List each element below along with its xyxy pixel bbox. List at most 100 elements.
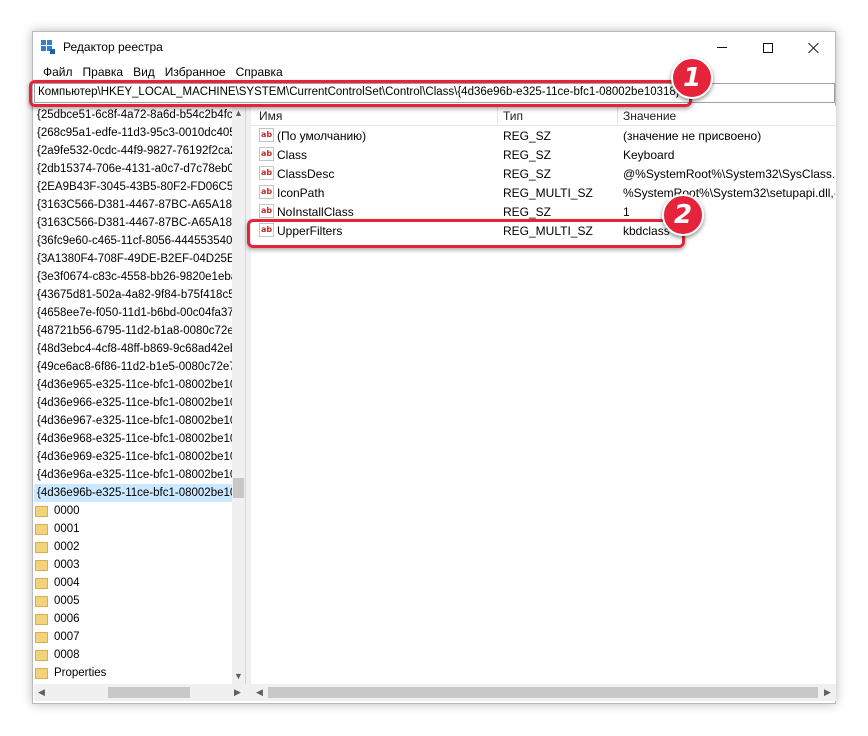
folder-icon: [35, 577, 48, 589]
tree-subkey[interactable]: 0008: [34, 646, 245, 664]
folder-icon: [35, 559, 48, 571]
folder-icon: [35, 649, 48, 661]
tree-subkey[interactable]: 0005: [34, 592, 245, 610]
registry-editor-window: Редактор реестра Файл Правка Вид Избранн…: [29, 31, 836, 704]
subkey-label: 0007: [54, 631, 80, 643]
scroll-up-icon[interactable]: ▲: [232, 108, 245, 118]
tree-key[interactable]: {3163C566-D381-4467-87BC-A65A18D5B648}: [34, 196, 245, 214]
tree-key[interactable]: {2a9fe532-0cdc-44f9-9827-76192f2ca2fb}: [34, 142, 245, 160]
value-row[interactable]: ab IconPath REG_MULTI_SZ %SystemRoot%\Syste…: [251, 183, 836, 202]
subkey-label: 0005: [54, 595, 80, 607]
tree-key[interactable]: {48d3ebc4-4cf8-48ff-b869-9c68ad42eb9f}: [34, 340, 245, 358]
tree-subkey[interactable]: 0006: [34, 610, 245, 628]
scroll-down-icon[interactable]: ▼: [232, 671, 245, 681]
tree-subkey[interactable]: 0003: [34, 556, 245, 574]
tree-key[interactable]: {4658ee7e-f050-11d1-b6bd-00c04fa372a7}: [34, 304, 245, 322]
value-name: ClassDesc: [277, 167, 335, 181]
value-name: NoInstallClass: [277, 205, 354, 219]
list-header: Имя Тип Значение: [251, 106, 836, 126]
tree-horizontal-scrollbar[interactable]: ◀ ▶: [34, 684, 246, 701]
value-data: (значение не присвоено): [623, 129, 762, 143]
scroll-left-icon[interactable]: ◀: [253, 687, 266, 698]
tree-key[interactable]: {4d36e96b-e325-11ce-bfc1-08002be10318}: [34, 484, 245, 502]
tree-key[interactable]: {3A1380F4-708F-49DE-B2EF-04D25EB009D5}: [34, 250, 245, 268]
value-type: REG_SZ: [503, 205, 552, 219]
subkey-label: Properties: [54, 667, 107, 679]
key-tree[interactable]: {25dbce51-6c8f-4a72-8a6d-b54c2b4fc835} {2…: [34, 106, 246, 684]
value-name: IconPath: [277, 186, 325, 200]
window-title: Редактор реестра: [63, 40, 163, 54]
tree-key[interactable]: {4d36e966-e325-11ce-bfc1-08002be10318}: [34, 394, 245, 412]
value-data: 1: [623, 205, 630, 219]
tree-key[interactable]: {4d36e968-e325-11ce-bfc1-08002be10318}: [34, 430, 245, 448]
tree-key[interactable]: {4d36e965-e325-11ce-bfc1-08002be10318}: [34, 376, 245, 394]
tree-key[interactable]: {2db15374-706e-4131-a0c7-d7c78eb0289a}: [34, 160, 245, 178]
column-divider[interactable]: [497, 106, 498, 126]
tree-vertical-scrollbar[interactable]: ▲ ▼: [232, 106, 245, 684]
close-button[interactable]: [791, 32, 837, 63]
tree-key[interactable]: {2EA9B43F-3045-43B5-80F2-FD06C55FBB90}: [34, 178, 245, 196]
minimize-icon: [717, 47, 727, 48]
folder-icon: [35, 631, 48, 643]
list-hscroll-thumb[interactable]: [268, 687, 818, 698]
scroll-left-icon[interactable]: ◀: [35, 687, 48, 698]
subkey-label: 0001: [54, 523, 80, 535]
close-icon: [808, 42, 820, 54]
folder-icon: [35, 595, 48, 607]
minimize-button[interactable]: [699, 32, 745, 63]
upperfilters-highlight: [247, 219, 685, 248]
tree-subkey[interactable]: 0007: [34, 628, 245, 646]
value-type: REG_SZ: [503, 129, 552, 143]
step-2-badge: 2: [662, 194, 704, 236]
title-bar[interactable]: Редактор реестра: [33, 32, 835, 63]
tree-key[interactable]: {49ce6ac8-6f86-11d2-b1e5-0080c72e74a2}: [34, 358, 245, 376]
value-row[interactable]: ab (По умолчанию) REG_SZ (значение не присв…: [251, 126, 836, 145]
tree-key[interactable]: {4d36e96a-e325-11ce-bfc1-08002be10318}: [34, 466, 245, 484]
tree-subkey[interactable]: 0002: [34, 538, 245, 556]
registry-editor-icon: [41, 40, 55, 54]
tree-hscroll-thumb[interactable]: [108, 687, 190, 698]
value-row[interactable]: ab ClassDesc REG_SZ @%SystemRoot%\System32\…: [251, 164, 836, 183]
folder-icon: [35, 667, 48, 679]
tree-subkey[interactable]: Properties: [34, 664, 245, 682]
string-value-icon: ab: [259, 204, 274, 218]
tree-key[interactable]: {3e3f0674-c83c-4558-bb26-9820e1eba5c5}: [34, 268, 245, 286]
column-name[interactable]: Имя: [259, 109, 282, 123]
string-value-icon: ab: [259, 128, 274, 142]
tree-key[interactable]: {43675d81-502a-4a82-9f84-b75f418c5dea}: [34, 286, 245, 304]
subkey-label: 0002: [54, 541, 80, 553]
tree-key[interactable]: {48721b56-6795-11d2-b1a8-0080c72e74a2}: [34, 322, 245, 340]
list-horizontal-scrollbar[interactable]: ◀ ▶: [251, 684, 836, 701]
scroll-right-icon[interactable]: ▶: [231, 687, 244, 698]
column-type[interactable]: Тип: [503, 109, 523, 123]
value-type: REG_SZ: [503, 148, 552, 162]
tree-subkey[interactable]: 0004: [34, 574, 245, 592]
tree-scroll-thumb[interactable]: [233, 478, 244, 498]
value-data: %SystemRoot%\System32\setupapi.dll,-3: [623, 186, 835, 200]
value-name: (По умолчанию): [277, 129, 367, 143]
maximize-button[interactable]: [745, 32, 791, 63]
string-value-icon: ab: [259, 166, 274, 180]
scroll-right-icon[interactable]: ▶: [821, 687, 834, 698]
tree-key[interactable]: {4d36e969-e325-11ce-bfc1-08002be10318}: [34, 448, 245, 466]
subkey-label: 0008: [54, 649, 80, 661]
subkey-label: 0000: [54, 505, 80, 517]
value-row[interactable]: ab Class REG_SZ Keyboard: [251, 145, 836, 164]
string-value-icon: ab: [259, 185, 274, 199]
step-1-badge: 1: [671, 57, 713, 99]
value-name: Class: [277, 148, 308, 162]
tree-key[interactable]: {268c95a1-edfe-11d3-95c3-0010dc4050a5}: [34, 124, 245, 142]
values-list[interactable]: Имя Тип Значение ab (По умолчанию) REG_SZ(…: [251, 106, 836, 684]
column-divider[interactable]: [617, 106, 618, 126]
value-type: REG_MULTI_SZ: [503, 186, 593, 200]
tree-key[interactable]: {4d36e967-e325-11ce-bfc1-08002be10318}: [34, 412, 245, 430]
tree-key[interactable]: {3163C566-D381-4467-87BC-A65A18D5B649}: [34, 214, 245, 232]
tree-subkey[interactable]: 0001: [34, 520, 245, 538]
column-value[interactable]: Значение: [623, 109, 676, 123]
tree-key[interactable]: {25dbce51-6c8f-4a72-8a6d-b54c2b4fc835}: [34, 106, 245, 124]
tree-key[interactable]: {36fc9e60-c465-11cf-8056-444553540000}: [34, 232, 245, 250]
value-data: Keyboard: [623, 148, 675, 162]
maximize-icon: [763, 42, 773, 53]
folder-icon: [35, 613, 48, 625]
tree-subkey[interactable]: 0000: [34, 502, 245, 520]
